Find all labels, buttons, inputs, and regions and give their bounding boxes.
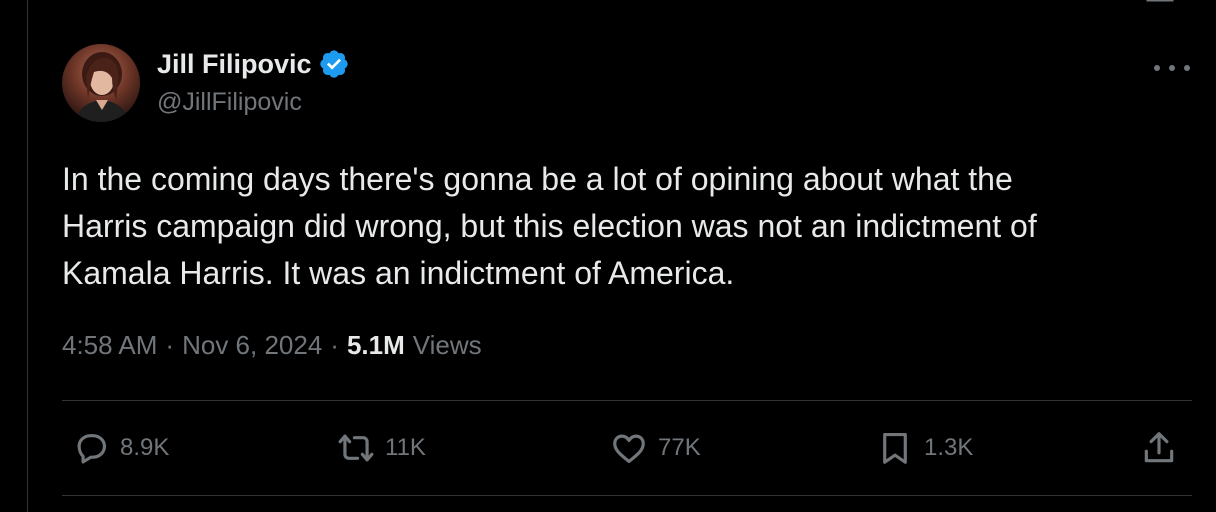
share-upload-icon — [1144, 432, 1174, 463]
more-dot — [1154, 65, 1160, 71]
tweet-detail-view: Jill Filipovic @JillFilipovic In the com… — [0, 0, 1216, 512]
author-handle[interactable]: @JillFilipovic — [157, 88, 302, 117]
meta-separator: · — [330, 330, 339, 360]
divider — [62, 495, 1192, 496]
bookmark-icon — [883, 432, 907, 464]
meta-separator: · — [165, 330, 175, 360]
column-divider — [27, 0, 28, 512]
clipped-toolbar-icon — [190, 0, 270, 4]
clipped-toolbar-icon — [1146, 0, 1174, 2]
verified-badge-icon[interactable] — [318, 48, 350, 80]
share-button[interactable] — [1140, 418, 1178, 478]
tweet-date[interactable]: Nov 6, 2024 — [182, 330, 322, 361]
more-horizontal-icon[interactable] — [1154, 58, 1190, 78]
divider — [62, 400, 1192, 401]
tweet-meta: 4:58 AM · Nov 6, 2024 · 5.1M Views — [62, 330, 482, 361]
tweet-header: Jill Filipovic @JillFilipovic — [62, 44, 1192, 124]
repost-button[interactable]: 11K — [337, 418, 426, 478]
tweet-text: In the coming days there's gonna be a lo… — [62, 161, 1037, 291]
reply-count: 8.9K — [120, 434, 170, 461]
tweet-time[interactable]: 4:58 AM — [62, 330, 157, 361]
heart-icon — [613, 434, 645, 464]
like-button[interactable]: 77K — [610, 418, 701, 478]
bookmark-count: 1.3K — [924, 434, 974, 461]
avatar-portrait-icon — [74, 52, 130, 122]
author-name[interactable]: Jill Filipovic — [157, 49, 312, 80]
avatar[interactable] — [62, 44, 140, 122]
more-dot — [1169, 65, 1175, 71]
repost-arrows-icon — [338, 434, 374, 462]
reply-bubble-icon — [77, 434, 107, 464]
views-label[interactable]: Views — [413, 330, 482, 361]
tweet-actions-bar: 8.9K 11K 77K 1.3K — [62, 418, 1192, 478]
like-count: 77K — [658, 434, 701, 461]
repost-count: 11K — [385, 434, 426, 461]
reply-button[interactable]: 8.9K — [72, 418, 169, 478]
more-dot — [1184, 65, 1190, 71]
bookmark-button[interactable]: 1.3K — [876, 418, 973, 478]
views-count[interactable]: 5.1M — [347, 330, 405, 361]
